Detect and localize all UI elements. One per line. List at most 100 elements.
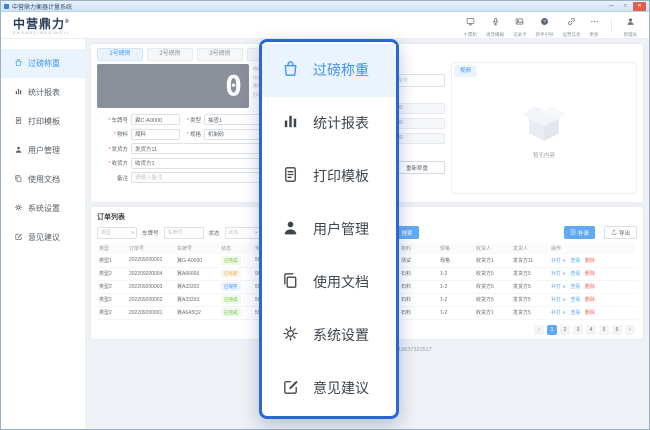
cell-receiver: 收货方5	[474, 293, 511, 306]
page-button[interactable]: 5	[599, 325, 609, 335]
remark-input[interactable]	[131, 172, 263, 183]
status-badge: 已保存	[221, 282, 241, 291]
page-button[interactable]: ‹	[534, 325, 544, 335]
video-panel: 视频 暂无内容	[451, 62, 637, 194]
spec-label: 规格	[180, 130, 204, 138]
sender-input[interactable]	[131, 143, 263, 154]
header-action[interactable]: ? 新手引导	[536, 13, 554, 38]
scale-tab[interactable]: 2号磅房	[147, 48, 193, 61]
menu-item[interactable]: 系统设置	[262, 308, 396, 361]
add-record-icon	[570, 229, 576, 237]
menu-item-label: 打印模板	[313, 166, 369, 186]
divider	[611, 18, 612, 32]
cell-type: 类型1	[97, 254, 127, 267]
sidebar-item[interactable]: 系统设置	[1, 194, 85, 223]
header-action[interactable]: 记录卡	[513, 13, 527, 38]
cell-plate: 冀G·A0000	[175, 254, 219, 267]
cell-sender: 发货方11	[511, 254, 549, 267]
delete-link[interactable]: 删除	[585, 258, 595, 264]
reprint-link[interactable]: 补打 ∨	[551, 297, 566, 303]
close-button[interactable]: ✕	[633, 2, 646, 11]
sidebar-item[interactable]: 用户管理	[1, 136, 85, 165]
menu-item[interactable]: 用户管理	[262, 203, 396, 256]
reprint-link[interactable]: 补打 ∨	[551, 271, 566, 277]
header-action-label: 运营信息	[563, 32, 581, 38]
delete-link[interactable]: 删除	[585, 271, 595, 277]
logo-text: 中营鼎力	[13, 17, 65, 31]
view-link[interactable]: 查看	[570, 297, 580, 303]
maximize-button[interactable]: □	[619, 2, 632, 11]
cell-receiver: 收货方5	[474, 267, 511, 280]
reprint-link[interactable]: 补打 ∨	[551, 258, 566, 264]
delete-link[interactable]: 删除	[585, 297, 595, 303]
type-input[interactable]	[204, 114, 263, 125]
plate-filter-label: 车牌号	[142, 229, 159, 237]
export-button[interactable]: 导出	[604, 226, 637, 239]
table-column-header: 订单号	[127, 243, 175, 254]
type-filter-select[interactable]: 类型	[97, 227, 137, 239]
page-button[interactable]: 4	[586, 325, 596, 335]
page-button[interactable]: 6	[612, 325, 622, 335]
plate-input[interactable]	[131, 114, 180, 125]
cell-order-no: 202209200003	[127, 280, 175, 293]
page-button[interactable]: 2	[560, 325, 570, 335]
header-action[interactable]: 小票机	[464, 13, 478, 38]
table-column-header: 规格	[438, 243, 474, 254]
header-action[interactable]: 更多	[590, 13, 599, 38]
window-title: 中营鼎力衡器计量系统	[12, 2, 72, 11]
delete-link[interactable]: 删除	[585, 284, 595, 290]
view-link[interactable]: 查看	[570, 310, 580, 316]
weight-display: 0	[97, 64, 249, 108]
sidebar-item[interactable]: 意见建议	[1, 223, 85, 252]
receiver-input[interactable]	[131, 158, 263, 169]
scale-tab[interactable]: 1号磅房	[97, 48, 143, 61]
sidebar-item[interactable]: 统计报表	[1, 78, 85, 107]
reprint-link[interactable]: 补打 ∨	[551, 310, 566, 316]
cell-receiver: 收货方1	[474, 306, 511, 319]
sidebar-item[interactable]: 使用文档	[1, 165, 85, 194]
page-button[interactable]: 1	[547, 325, 557, 335]
material-input[interactable]	[131, 129, 180, 140]
plate-filter-input[interactable]	[164, 227, 204, 239]
header-action-label: 更多	[590, 32, 599, 38]
registered-mark: ®	[65, 19, 70, 25]
table-column-header: 物料	[399, 243, 438, 254]
sidebar: 过磅称重 统计报表 打印模板 用户管理 使用文档	[1, 39, 86, 429]
view-link[interactable]: 查看	[570, 284, 580, 290]
page-button[interactable]: ›	[625, 325, 635, 335]
menu-item[interactable]: 统计报表	[262, 97, 396, 150]
menu-item[interactable]: 使用文档	[262, 255, 396, 308]
status-filter-select[interactable]: 状态	[225, 227, 261, 239]
weighing-form-panel: 0 地磅状态：正常仪表状态：已连接视频状态：未连接打印状态：正常 车牌号 类型	[97, 64, 263, 196]
header-action-label: 记录卡	[513, 32, 527, 38]
header-action-label: 新手引导	[536, 32, 554, 38]
scale-tab[interactable]: 3号磅房	[197, 48, 243, 61]
sidebar-item[interactable]: 过磅称重	[1, 49, 85, 78]
cell-order-no: 202209200002	[127, 293, 175, 306]
spec-input[interactable]	[204, 129, 263, 140]
menu-item[interactable]: 意见建议	[262, 361, 396, 414]
header-action-label: 小票机	[464, 32, 478, 38]
video-tab[interactable]: 视频	[454, 65, 477, 77]
admin-menu[interactable]: 管理员	[624, 13, 638, 38]
logo-subtext: ZHONGYINGDINGLI	[13, 31, 70, 35]
menu-item[interactable]: 过磅称重	[262, 44, 396, 97]
view-link[interactable]: 查看	[570, 258, 580, 264]
sidebar-item[interactable]: 打印模板	[1, 107, 85, 136]
app-window: 中营鼎力衡器计量系统 — □ ✕ 中营鼎力® ZHONGYINGDINGLI 小…	[0, 0, 650, 430]
view-link[interactable]: 查看	[570, 271, 580, 277]
page-button[interactable]: 3	[573, 325, 583, 335]
menu-item[interactable]: 打印模板	[262, 150, 396, 203]
svg-text:?: ?	[543, 19, 546, 25]
header-action[interactable]: 运营信息	[563, 13, 581, 38]
delete-link[interactable]: 删除	[585, 310, 595, 316]
cell-material: 石料	[399, 306, 438, 319]
record-button[interactable]: 补录	[564, 226, 595, 239]
menu-item-label: 过磅称重	[313, 60, 369, 80]
reprint-link[interactable]: 补打 ∨	[551, 284, 566, 290]
cell-material: 石料	[399, 280, 438, 293]
menu-item-label: 用户管理	[313, 219, 369, 239]
header-action[interactable]: 语音播报	[486, 13, 504, 38]
minimize-button[interactable]: —	[605, 2, 618, 11]
cell-material: 石料	[399, 267, 438, 280]
